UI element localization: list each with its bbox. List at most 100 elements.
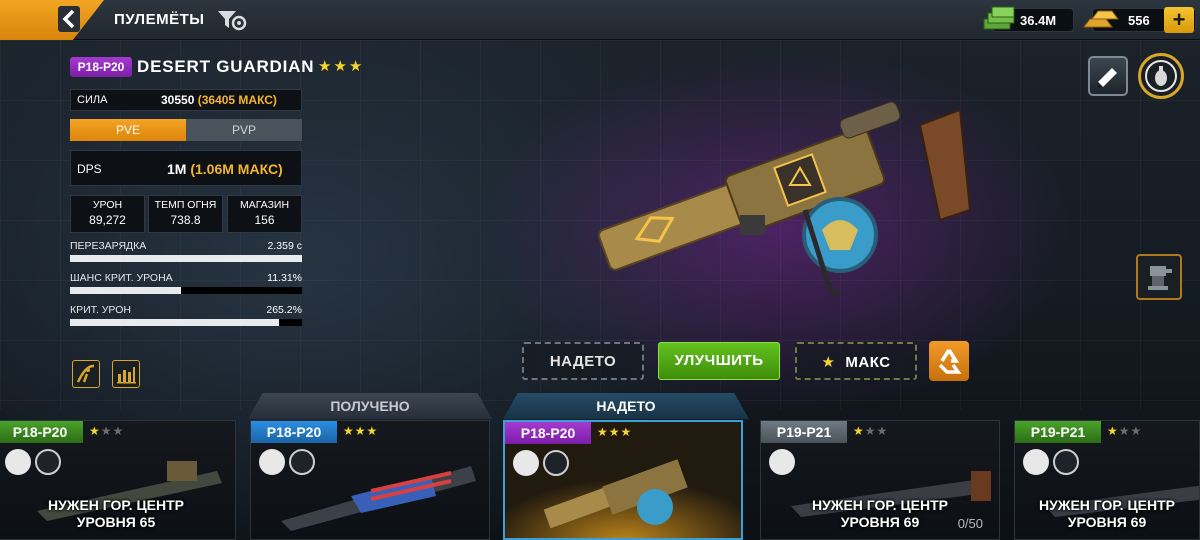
cash-stack-icon	[983, 6, 1015, 30]
skin-button[interactable]	[1088, 56, 1128, 96]
back-button[interactable]	[0, 0, 104, 40]
claw-mod-icon	[769, 449, 795, 475]
chevron-left-icon	[62, 9, 75, 29]
stat-value: 738.8	[170, 213, 201, 227]
weapon-card-selected[interactable]: P18-P20 ★★★	[503, 420, 743, 540]
side-attachment-button[interactable]	[1136, 254, 1182, 300]
power-value: 30550	[161, 93, 195, 107]
star-on: ★★★	[343, 424, 379, 438]
tab-owned: ПОЛУЧЕНО	[248, 393, 492, 419]
weapon-card[interactable]: P18-P20 ★★★	[250, 420, 490, 540]
gold-value: 556	[1128, 13, 1150, 28]
card-stars: ★★★	[343, 424, 378, 438]
skin-brush-icon	[259, 449, 285, 475]
dps-value: 1M	[167, 161, 187, 177]
bar-label: ШАНС КРИТ. УРОНА	[70, 272, 173, 284]
info-icon	[76, 364, 95, 383]
tab-pvp[interactable]: PVP	[186, 119, 302, 141]
card-grade: P18-P20	[505, 422, 591, 444]
weapon-name: DESERT GUARDIAN	[137, 57, 315, 76]
card-stars: ★★★	[597, 425, 632, 439]
bar-value: 265.2%	[266, 304, 302, 316]
gold-bars-icon	[1083, 10, 1119, 28]
chart-icon	[117, 367, 136, 384]
stat-label: МАГАЗИН	[239, 199, 290, 211]
stat-fire-rate: ТЕМП ОГНЯ 738.8	[148, 195, 223, 233]
weapon-card[interactable]: P19-P21 ★★★ НУЖЕН ГОР. ЦЕНТР УРОВНЯ 69 0…	[760, 420, 1000, 540]
card-stars: ★★★	[1107, 424, 1142, 438]
bar-label: ПЕРЕЗАРЯДКА	[70, 240, 147, 252]
mod-slot-icon	[35, 449, 61, 475]
bar-fill	[70, 319, 279, 326]
mode-toggle: PVE PVP	[70, 119, 302, 141]
weapon-preview-image	[598, 101, 972, 298]
max-label: МАКС	[845, 354, 891, 371]
weapon-card[interactable]: P19-P21 ★★★ НУЖЕН ГОР. ЦЕНТР УРОВНЯ 69	[1014, 420, 1200, 540]
page-title: ПУЛЕМЁТЫ	[114, 11, 205, 28]
medkit-mod-icon	[1053, 449, 1079, 475]
stat-magazine: МАГАЗИН 156	[227, 195, 302, 233]
req-line: УРОВНЯ 69	[1067, 514, 1147, 530]
recycle-icon	[938, 349, 962, 374]
stat-bar-crit-damage: КРИТ. УРОН 265.2%	[70, 304, 302, 332]
max-button[interactable]: ★ МАКС	[795, 342, 917, 380]
power-label: СИЛА	[77, 94, 108, 106]
card-grade: P18-P20	[251, 421, 337, 443]
star-on: ★	[853, 424, 865, 438]
weapon-card[interactable]: P18-P20 ★★★ НУЖЕН ГОР. ЦЕНТР УРОВНЯ 65	[0, 420, 236, 540]
stat-value: 89,272	[89, 213, 126, 227]
req-line: НУЖЕН ГОР. ЦЕНТР	[811, 497, 949, 513]
mod-button[interactable]	[1138, 53, 1184, 99]
bar-label: КРИТ. УРОН	[70, 304, 131, 316]
power-value-wrap: 30550 (36405 МАКС)	[161, 93, 277, 107]
power-row: СИЛА 30550 (36405 МАКС)	[70, 89, 302, 111]
stat-damage: УРОН 89,272	[70, 195, 145, 233]
skin-brush-icon	[513, 450, 539, 476]
power-max: (36405 МАКС)	[197, 93, 277, 107]
skin-brush-icon	[1097, 68, 1117, 88]
tab-equipped: НАДЕТО	[503, 393, 749, 419]
tab-pve[interactable]: PVE	[70, 119, 186, 141]
equipped-button[interactable]: НАДЕТО	[522, 342, 644, 380]
bar-track	[70, 287, 302, 294]
skin-brush-icon	[5, 449, 31, 475]
dps-max: (1.06M МАКС)	[190, 161, 283, 177]
star-on: ★★★	[597, 425, 633, 439]
req-line: УРОВНЯ 65	[76, 514, 156, 530]
claw-mod-icon	[1023, 449, 1049, 475]
bar-fill	[70, 287, 182, 294]
bar-track	[70, 319, 302, 326]
recycle-button[interactable]	[929, 341, 969, 381]
req-line: НУЖЕН ГОР. ЦЕНТР	[47, 497, 185, 513]
card-requirement: НУЖЕН ГОР. ЦЕНТР УРОВНЯ 65	[0, 497, 235, 531]
info-button[interactable]	[72, 360, 100, 388]
card-grade: P18-P20	[0, 421, 83, 443]
card-progress: 0/50	[957, 516, 983, 531]
grenade-mod-icon	[543, 450, 569, 476]
compare-button[interactable]	[112, 360, 140, 388]
dps-row: DPS 1M (1.06M МАКС)	[70, 150, 302, 186]
star-off: ★★	[1118, 424, 1143, 438]
bar-fill	[70, 255, 302, 262]
grade-badge: P18-P20	[70, 57, 132, 77]
upgrade-button[interactable]: УЛУЧШИТЬ	[658, 342, 780, 380]
star-off: ★★	[100, 424, 125, 438]
card-grade: P19-P21	[761, 421, 847, 443]
card-stars: ★★★	[89, 424, 124, 438]
grenade-mod-icon	[1145, 60, 1177, 92]
req-line: НУЖЕН ГОР. ЦЕНТР	[1038, 497, 1176, 513]
stat-bar-crit-chance: ШАНС КРИТ. УРОНА 11.31%	[70, 272, 302, 300]
add-currency-button[interactable]: +	[1164, 7, 1194, 33]
filter-gear-icon[interactable]	[216, 8, 248, 32]
star-icon: ★	[821, 353, 836, 371]
bar-track	[70, 255, 302, 262]
cash-value: 36.4M	[1020, 13, 1057, 28]
stat-bar-reload: ПЕРЕЗАРЯДКА 2.359 с	[70, 240, 302, 268]
star-on: ★	[89, 424, 101, 438]
turret-icon	[1148, 266, 1172, 290]
top-bar: ПУЛЕМЁТЫ 36.4M 556 +	[0, 0, 1200, 40]
stat-label: ТЕМП ОГНЯ	[154, 199, 217, 211]
bar-value: 11.31%	[267, 272, 302, 284]
card-requirement: НУЖЕН ГОР. ЦЕНТР УРОВНЯ 69	[1015, 497, 1199, 531]
card-stars: ★★★	[853, 424, 888, 438]
